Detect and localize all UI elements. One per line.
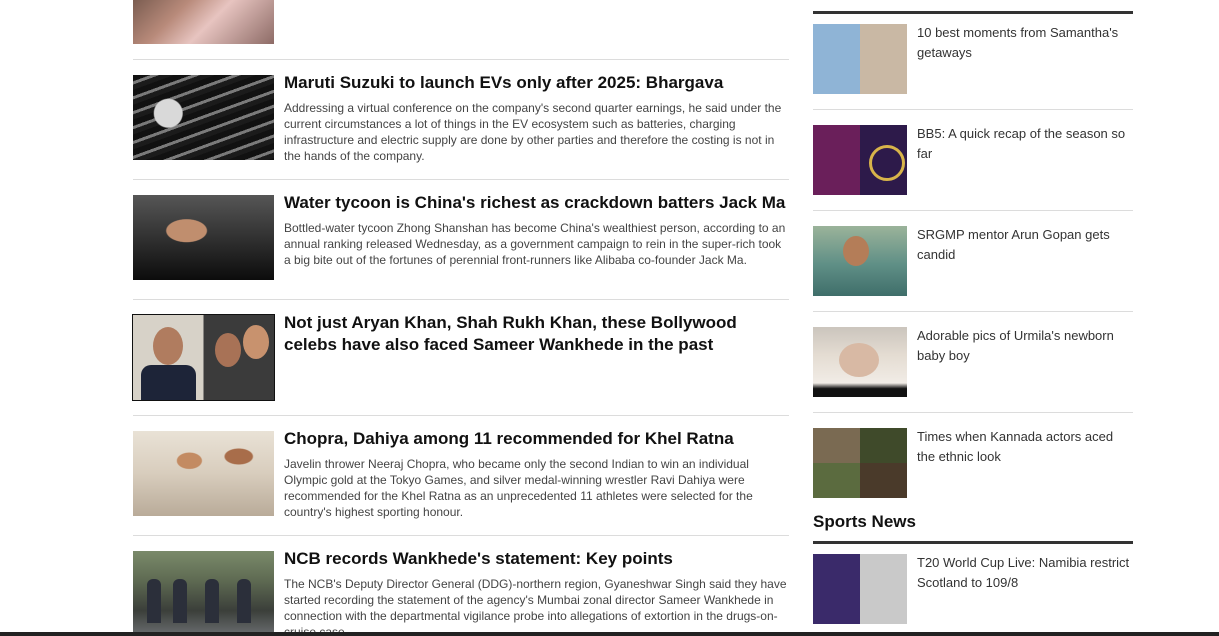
thumbnail-figure <box>147 579 161 623</box>
sidebar-divider <box>813 109 1133 110</box>
thumbnail-figure <box>215 333 241 367</box>
sidebar-item-title[interactable]: Adorable pics of Urmila's newborn baby b… <box>917 326 1133 366</box>
page: Maruti Suzuki to launch EVs only after 2… <box>0 0 1219 636</box>
sidebar-item-title[interactable]: T20 World Cup Live: Namibia restrict Sco… <box>917 553 1133 593</box>
section-heading-sports[interactable]: Sports News <box>813 512 916 532</box>
sidebar-item-title[interactable]: 10 best moments from Samantha's getaways <box>917 23 1133 63</box>
story-title[interactable]: Chopra, Dahiya among 11 recommended for … <box>284 428 789 450</box>
story-summary: Bottled-water tycoon Zhong Shanshan has … <box>284 221 786 267</box>
sidebar-item-title[interactable]: BB5: A quick recap of the season so far <box>917 124 1133 164</box>
sidebar-thumbnail[interactable] <box>813 554 907 624</box>
story-thumbnail[interactable] <box>133 195 274 280</box>
thumbnail-figure <box>813 428 860 463</box>
sidebar-thumbnail[interactable] <box>813 327 907 397</box>
story-thumbnail[interactable] <box>133 0 274 44</box>
sidebar-item-title[interactable]: SRGMP mentor Arun Gopan gets candid <box>917 225 1133 265</box>
story-thumbnail[interactable] <box>132 314 275 401</box>
story-divider <box>133 59 789 60</box>
sidebar-item[interactable]: 10 best moments from Samantha's getaways <box>813 24 1133 94</box>
story-title[interactable]: Not just Aryan Khan, Shah Rukh Khan, the… <box>284 312 789 356</box>
sidebar-item[interactable]: T20 World Cup Live: Namibia restrict Sco… <box>813 554 1133 624</box>
thumbnail-figure <box>839 343 879 377</box>
thumbnail-figure <box>237 579 251 623</box>
sidebar-item-title[interactable]: Times when Kannada actors aced the ethni… <box>917 427 1133 467</box>
sidebar-thumbnail[interactable] <box>813 125 907 195</box>
story-thumbnail[interactable] <box>133 431 274 516</box>
story-summary: The NCB's Deputy Director General (DDG)-… <box>284 577 787 636</box>
sidebar-section-bar <box>813 541 1133 544</box>
thumbnail-figure <box>173 579 187 623</box>
story-title[interactable]: Water tycoon is China's richest as crack… <box>284 192 789 214</box>
thumbnail-figure <box>843 236 869 266</box>
thumbnail-figure <box>141 365 196 400</box>
sidebar-thumbnail[interactable] <box>813 24 907 94</box>
story-summary: Javelin thrower Neeraj Chopra, who becam… <box>284 457 753 519</box>
sidebar-item[interactable]: BB5: A quick recap of the season so far <box>813 125 1133 195</box>
story-divider <box>133 415 789 416</box>
sidebar-divider <box>813 210 1133 211</box>
story-thumbnail[interactable] <box>133 551 274 636</box>
story-thumbnail[interactable] <box>133 75 274 160</box>
story-divider <box>133 535 789 536</box>
sidebar-divider <box>813 412 1133 413</box>
thumbnail-figure <box>243 325 269 359</box>
thumbnail-figure <box>153 327 183 365</box>
thumbnail-figure <box>869 145 905 181</box>
story-title[interactable]: Maruti Suzuki to launch EVs only after 2… <box>284 72 789 94</box>
story-summary: Addressing a virtual conference on the c… <box>284 101 782 163</box>
sidebar-item[interactable]: Adorable pics of Urmila's newborn baby b… <box>813 327 1133 397</box>
thumbnail-figure <box>860 463 907 498</box>
story-title[interactable]: NCB records Wankhede's statement: Key po… <box>284 548 789 570</box>
sidebar-section-bar <box>813 11 1133 14</box>
sidebar-item[interactable]: SRGMP mentor Arun Gopan gets candid <box>813 226 1133 296</box>
sidebar-divider <box>813 311 1133 312</box>
story-divider <box>133 299 789 300</box>
story-divider <box>133 179 789 180</box>
sidebar-thumbnail[interactable] <box>813 428 907 498</box>
thumbnail-figure <box>205 579 219 623</box>
sidebar-item[interactable]: Times when Kannada actors aced the ethni… <box>813 428 1133 498</box>
sidebar-thumbnail[interactable] <box>813 226 907 296</box>
bottom-edge-bar <box>0 632 1219 636</box>
